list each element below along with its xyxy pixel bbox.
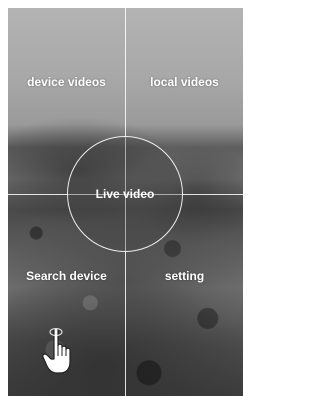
device-videos-label: device videos: [27, 75, 106, 89]
live-video-label: Live video: [95, 187, 155, 201]
hand-pointer-icon: [42, 327, 71, 374]
app-screen: device videos local videos Search device…: [8, 8, 243, 396]
setting-label: setting: [164, 269, 205, 283]
local-videos-label: local videos: [150, 75, 219, 89]
local-videos-button[interactable]: local videos: [126, 8, 243, 158]
search-device-label: Search device: [26, 269, 107, 283]
setting-button[interactable]: setting: [126, 238, 243, 378]
live-video-button[interactable]: Live video: [67, 136, 183, 252]
device-videos-button[interactable]: device videos: [8, 8, 125, 158]
